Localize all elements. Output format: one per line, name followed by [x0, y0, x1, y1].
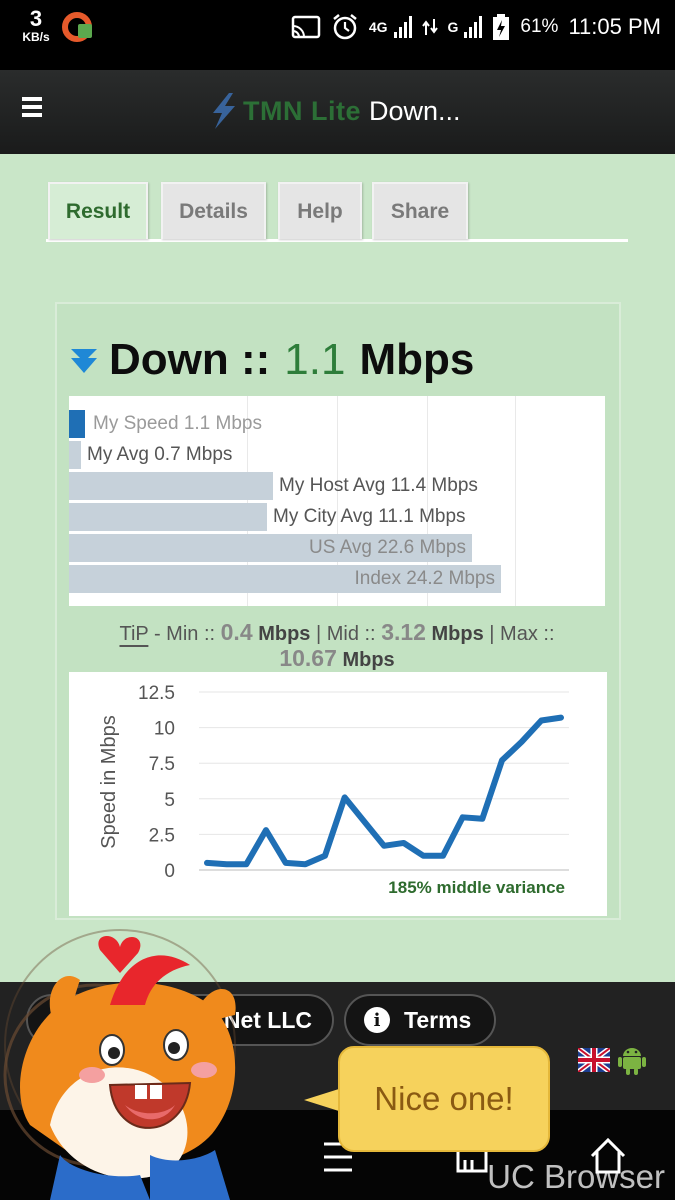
comparison-bar [69, 503, 267, 531]
status-bar: 3 KB/s 4G G 61% 11:05 PM [0, 0, 675, 70]
download-speed-heading: Down :: 1.1 Mbps [69, 334, 474, 386]
tab-bar: Result Details Help Share [46, 182, 628, 242]
network-type-4g: 4G [368, 19, 388, 35]
y-tick-label: 2.5 [149, 825, 175, 846]
download-label: Down :: [109, 335, 271, 384]
status-icons: 4G G 61% 11:05 PM [291, 10, 661, 44]
terms-button[interactable]: i Terms [344, 994, 496, 1046]
comparison-bar [69, 410, 85, 438]
comparison-bar [69, 441, 81, 469]
tip-label: TiP [119, 623, 149, 645]
download-arrow-icon [71, 349, 97, 373]
tip-max-unit: Mbps [342, 649, 395, 671]
android-icon[interactable] [616, 1044, 648, 1076]
tip-min-label: - Min :: [153, 623, 216, 645]
data-transfer-icon [421, 19, 438, 35]
comparison-bar-label: My Host Avg 11.4 Mbps [279, 475, 478, 496]
network-type-g: G [447, 19, 459, 35]
tip-mid-label: | Mid :: [315, 623, 376, 645]
signal-strength-2-icon [464, 16, 483, 38]
y-tick-label: 7.5 [149, 754, 175, 775]
app-notification-icon [62, 12, 92, 42]
lightning-logo-icon [213, 93, 235, 129]
comparison-bar-label: Index 24.2 Mbps [354, 568, 495, 589]
network-speed-indicator: 3 KB/s [16, 6, 56, 44]
signal-strength-icon [393, 16, 412, 38]
app-header: TMN Lite Down... [0, 70, 675, 154]
tip-min-value: 0.4 [220, 619, 253, 645]
header-title-group: TMN Lite Down... [205, 88, 461, 134]
alarm-icon [333, 14, 357, 40]
result-page: Result Details Help Share Down :: 1.1 Mb… [0, 154, 675, 982]
tip-mid-unit: Mbps [431, 623, 484, 645]
variance-annotation: 185% middle variance [388, 878, 565, 897]
speed-series-line [204, 714, 564, 868]
comparison-bar-label: US Avg 22.6 Mbps [308, 537, 466, 558]
y-tick-label: 5 [164, 790, 175, 811]
tip-summary: TiP - Min :: 0.4 Mbps | Mid :: 3.12 Mbps… [69, 620, 605, 672]
network-speed-value: 3 [29, 6, 43, 31]
tip-max-value: 10.67 [279, 645, 337, 671]
speech-bubble-tail [304, 1088, 342, 1112]
y-tick-label: 10 [154, 719, 175, 740]
menu-icon[interactable] [22, 97, 42, 117]
speed-line-chart: 12.5 10 7.5 5 2.5 0 Speed in Mbps 185% middle v… [69, 672, 607, 916]
comparison-bar-label: My City Avg 11.1 Mbps [273, 506, 466, 527]
clock: 11:05 PM [568, 14, 661, 39]
network-speed-unit: KB/s [22, 30, 50, 44]
comparison-bar-label: My Avg 0.7 Mbps [87, 444, 233, 465]
terms-label: Terms [404, 1006, 472, 1033]
comparison-bar-label: My Speed 1.1 Mbps [93, 413, 262, 434]
speech-bubble-text: Nice one! [374, 1080, 514, 1117]
tab-details[interactable]: Details [161, 182, 266, 239]
tip-min-unit: Mbps [258, 623, 311, 645]
brand-name: TMN Lite [243, 95, 361, 126]
y-tick-label: 12.5 [138, 683, 175, 704]
info-icon: i [364, 1007, 390, 1033]
cast-icon [291, 15, 321, 39]
speed-line-chart-svg: 12.5 10 7.5 5 2.5 0 Speed in Mbps 185% middle v… [98, 683, 569, 897]
page-title: Down... [369, 95, 461, 126]
download-speed-value: 1.1 [284, 335, 346, 384]
battery-charging-icon [493, 14, 510, 40]
tab-help[interactable]: Help [278, 182, 362, 239]
comparison-bar [69, 472, 273, 500]
tip-mid-value: 3.12 [381, 619, 426, 645]
battery-percent: 61% [520, 16, 559, 37]
download-speed-unit: Mbps [359, 335, 475, 384]
squirrel-mascot-icon [3, 929, 236, 1200]
tab-result[interactable]: Result [48, 182, 148, 239]
y-axis-label: Speed in Mbps [98, 715, 120, 848]
result-panel: Down :: 1.1 Mbps My Speed 1.1 MbpsMy Avg… [55, 302, 621, 920]
speed-comparison-chart: My Speed 1.1 Mbps My Avg 0.7 Mbps My Host … [69, 396, 605, 606]
uk-flag-icon[interactable] [578, 1048, 610, 1072]
tab-share[interactable]: Share [372, 182, 468, 239]
uc-browser-watermark: UC Browser [487, 1158, 665, 1195]
speech-bubble: Nice one! [338, 1046, 550, 1152]
tip-max-label: | Max :: [489, 623, 555, 645]
y-tick-label: 0 [164, 861, 175, 882]
